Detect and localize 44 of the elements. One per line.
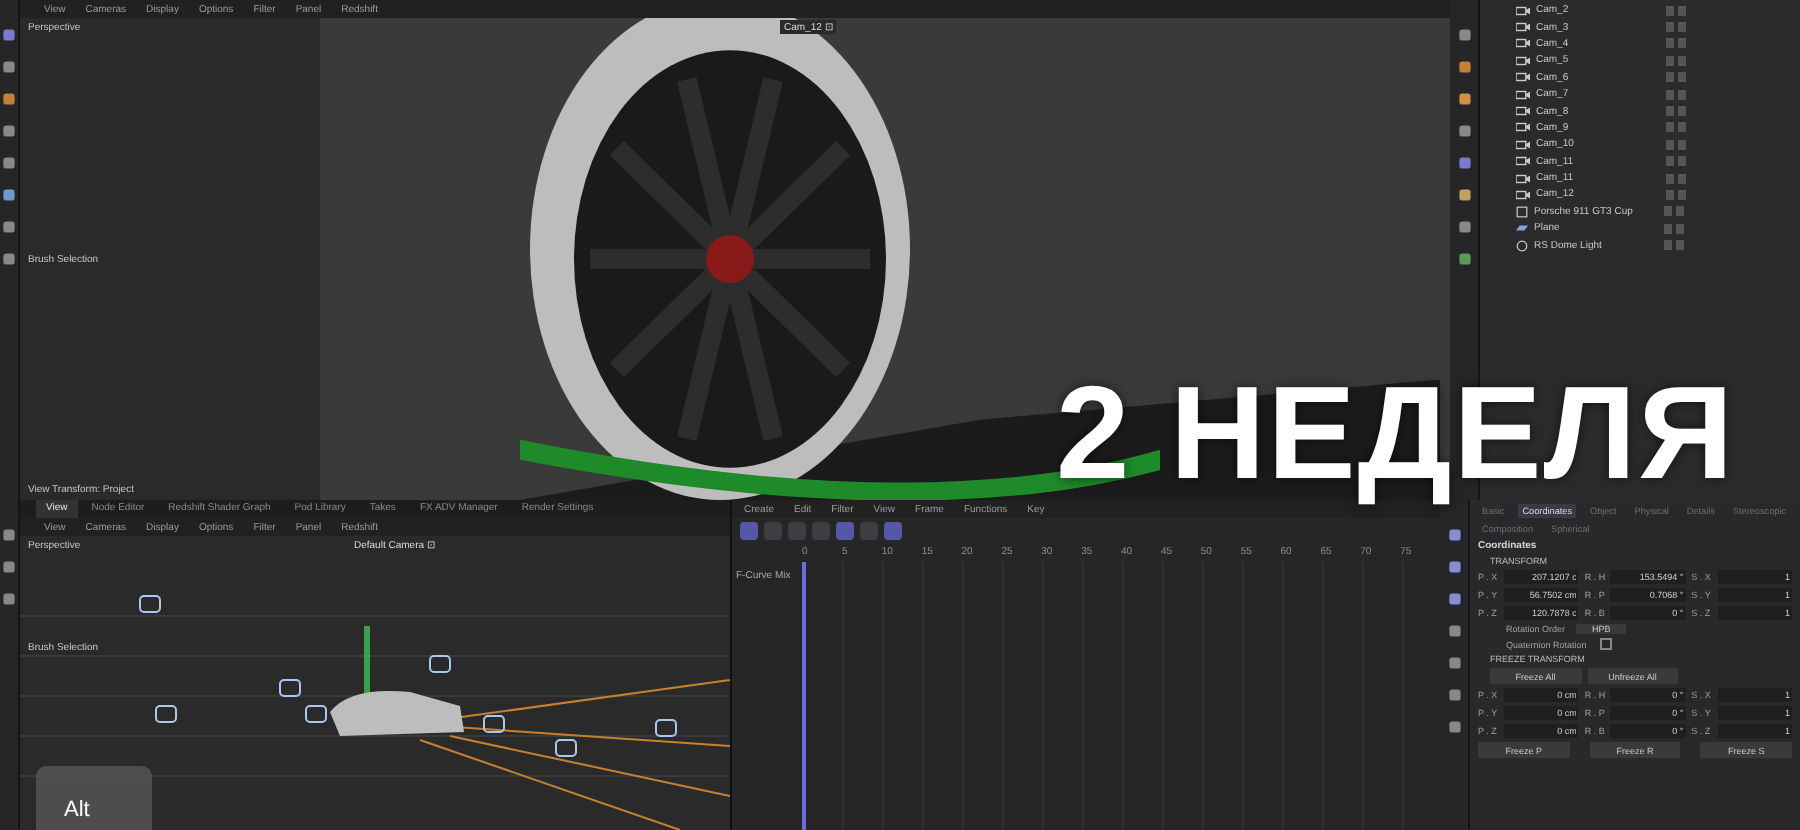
tool-icon[interactable]: [1457, 60, 1471, 74]
camera-icon: [1516, 139, 1530, 150]
tool-icon[interactable]: [1447, 720, 1461, 734]
object-icon: [1516, 205, 1528, 218]
key-overlay: Alt: [36, 766, 152, 830]
tool-icon[interactable]: [1447, 656, 1461, 670]
camera-icon: [1516, 22, 1530, 33]
tool-icon[interactable]: [2, 560, 16, 574]
tool-icon[interactable]: [1457, 188, 1471, 202]
light-icon: [1516, 239, 1528, 252]
overlay-title: 2 НЕДЕЛЯ: [1056, 356, 1736, 507]
tool-icon[interactable]: [1457, 28, 1471, 42]
tool-icon[interactable]: [1447, 528, 1461, 542]
camera-icon: [1516, 156, 1530, 167]
tool-icon[interactable]: [1457, 156, 1471, 170]
camera-icon: [1516, 55, 1530, 66]
plane-icon: [1516, 224, 1528, 233]
camera-icon: [1516, 89, 1530, 100]
tool-icon[interactable]: [1447, 624, 1461, 638]
tool-icon[interactable]: [1457, 92, 1471, 106]
tool-icon[interactable]: [2, 252, 16, 266]
tool-icon[interactable]: [2, 592, 16, 606]
camera-icon: [1516, 38, 1530, 49]
tool-icon[interactable]: [2, 92, 16, 106]
camera-icon: [1516, 106, 1530, 117]
tool-icon[interactable]: [1447, 560, 1461, 574]
tool-icon[interactable]: [1447, 688, 1461, 702]
camera-icon: [1516, 122, 1530, 133]
tool-icon[interactable]: [2, 28, 16, 42]
tool-icon[interactable]: [2, 156, 16, 170]
tool-icon[interactable]: [2, 124, 16, 138]
checkbox[interactable]: [1600, 638, 1612, 650]
camera-icon: [1516, 72, 1530, 83]
camera-icon: [1516, 189, 1530, 200]
camera-icon: [1516, 5, 1530, 16]
tool-icon[interactable]: [1457, 252, 1471, 266]
camera-icon: [1516, 173, 1530, 184]
tool-icon[interactable]: [2, 528, 16, 542]
tool-icon[interactable]: [2, 60, 16, 74]
tool-icon[interactable]: [2, 220, 16, 234]
tool-icon[interactable]: [1447, 592, 1461, 606]
tool-icon[interactable]: [2, 188, 16, 202]
tool-icon[interactable]: [1457, 124, 1471, 138]
tool-icon[interactable]: [1457, 220, 1471, 234]
